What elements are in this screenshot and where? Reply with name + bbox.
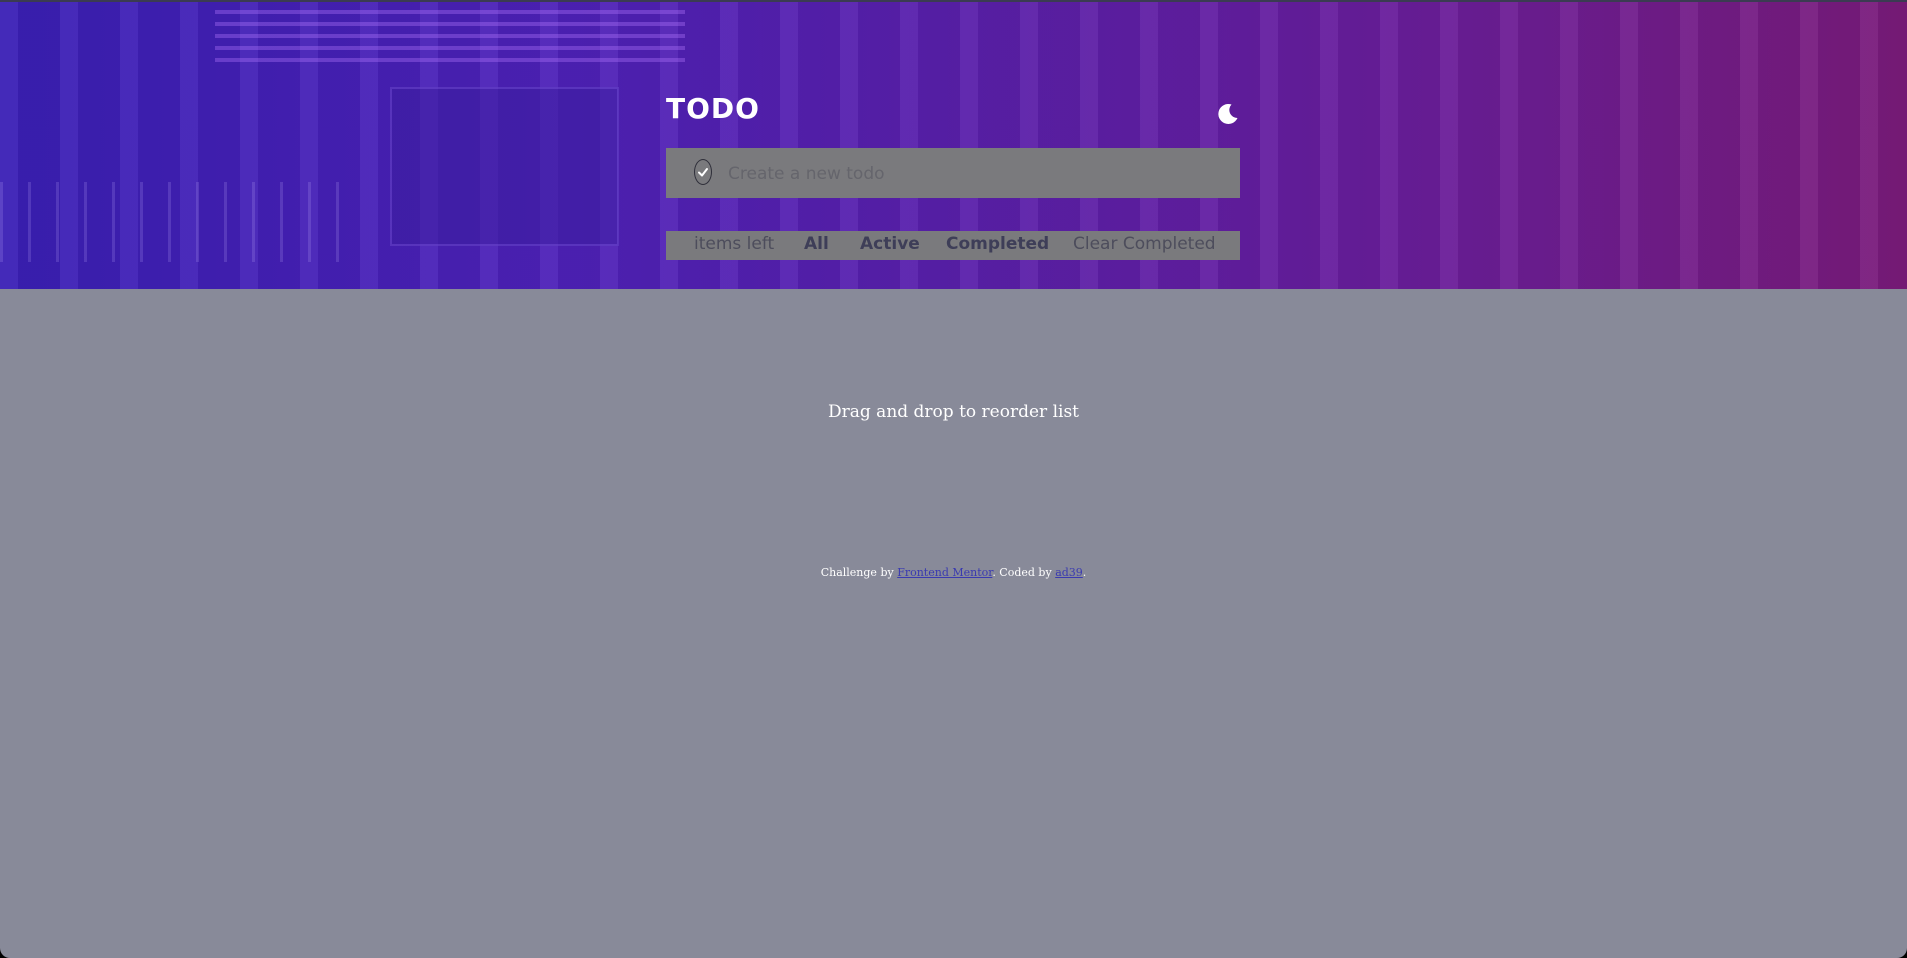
app-title: TODO xyxy=(666,92,760,125)
drag-drop-hint: Drag and drop to reorder list xyxy=(828,402,1079,422)
header-background-image: TODO items left All Active Completed Cle… xyxy=(0,0,1907,289)
attribution: Challenge by Frontend Mentor. Coded by a… xyxy=(0,566,1907,579)
filter-bar: items left All Active Completed Clear Co… xyxy=(666,231,1240,260)
author-link[interactable]: ad39 xyxy=(1055,566,1083,579)
background-doorway xyxy=(390,87,619,246)
moon-icon[interactable] xyxy=(1216,102,1240,126)
new-todo-bar xyxy=(666,148,1240,198)
filter-all-button[interactable]: All xyxy=(804,234,829,254)
background-railing xyxy=(0,182,340,262)
attribution-suffix: . xyxy=(1082,566,1087,579)
attribution-middle: . Coded by xyxy=(992,566,1056,579)
filter-active-button[interactable]: Active xyxy=(860,234,920,254)
filter-completed-button[interactable]: Completed xyxy=(946,234,1049,254)
items-left-count: items left xyxy=(694,234,775,254)
page: TODO items left All Active Completed Cle… xyxy=(0,0,1907,958)
checkmark-icon[interactable] xyxy=(694,159,712,185)
new-todo-input[interactable] xyxy=(726,158,1210,190)
clear-completed-button[interactable]: Clear Completed xyxy=(1073,234,1216,254)
frontend-mentor-link[interactable]: Frontend Mentor xyxy=(897,566,992,579)
background-ceiling-lights xyxy=(215,10,685,70)
attribution-prefix: Challenge by xyxy=(820,566,898,579)
